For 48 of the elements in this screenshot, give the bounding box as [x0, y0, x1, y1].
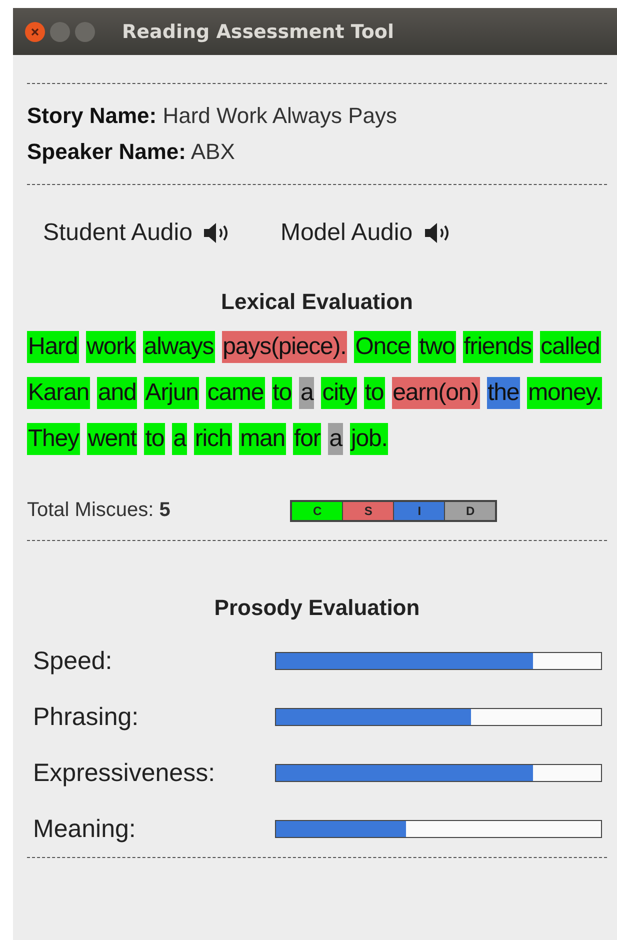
metric-label: Speed:: [32, 646, 114, 676]
word-chip: went: [86, 423, 138, 455]
word-chip: city: [321, 377, 357, 409]
total-miscues: Total Miscues: 5: [27, 499, 170, 522]
audio-button[interactable]: Model Audio: [276, 215, 457, 251]
story-name: Story Name: Hard Work Always Pays: [27, 102, 398, 130]
word-chip: to: [272, 377, 292, 409]
minimize-button[interactable]: [50, 22, 70, 42]
metric-label: Expressiveness:: [32, 758, 216, 788]
lexical-heading: Lexical Evaluation: [220, 289, 414, 315]
legend-key: D: [445, 502, 496, 520]
word-chip: a: [328, 423, 343, 455]
metric-label: Phrasing:: [32, 702, 140, 732]
word-chip: rich: [194, 423, 232, 455]
word-chip: Karan: [27, 377, 90, 409]
word-chip: a: [299, 377, 314, 409]
word-chip: a: [172, 423, 187, 455]
close-button[interactable]: [25, 22, 45, 42]
word-chip: money.: [527, 377, 602, 409]
word-chip: job.: [350, 423, 388, 455]
word-chip: work: [86, 331, 136, 363]
word-chip: and: [97, 377, 138, 409]
legend-key: I: [394, 502, 446, 520]
metric-label: Meaning:: [32, 814, 137, 844]
word-chip: for: [293, 423, 322, 455]
word-chip: to: [144, 423, 166, 455]
word-chip: They: [27, 423, 80, 455]
word-chip: friends: [462, 331, 533, 363]
speaker-name: Speaker Name: ABX: [27, 138, 236, 166]
word-chip: Hard: [27, 331, 79, 363]
word-chip: the: [486, 377, 520, 409]
legend-key: C: [292, 502, 344, 520]
prosody-heading: Prosody Evaluation: [213, 595, 421, 621]
legend-key: S: [343, 502, 394, 520]
word-chip: always: [142, 331, 215, 363]
word-chip: called: [540, 331, 601, 363]
word-chip: Once: [354, 331, 412, 363]
close-icon: [30, 26, 40, 36]
word-chip: two: [418, 331, 456, 363]
word-chip: came: [206, 377, 265, 409]
word-chip: man: [239, 423, 286, 455]
window-title: Reading Assessment Tool: [122, 20, 394, 42]
audio-button[interactable]: Student Audio: [39, 215, 236, 251]
word-chip: to: [364, 377, 385, 409]
word-chip: earn(on): [392, 377, 480, 409]
maximize-button[interactable]: [75, 22, 95, 42]
word-chip: pays(piece).: [222, 331, 348, 363]
word-chip: Arjun: [144, 377, 200, 409]
